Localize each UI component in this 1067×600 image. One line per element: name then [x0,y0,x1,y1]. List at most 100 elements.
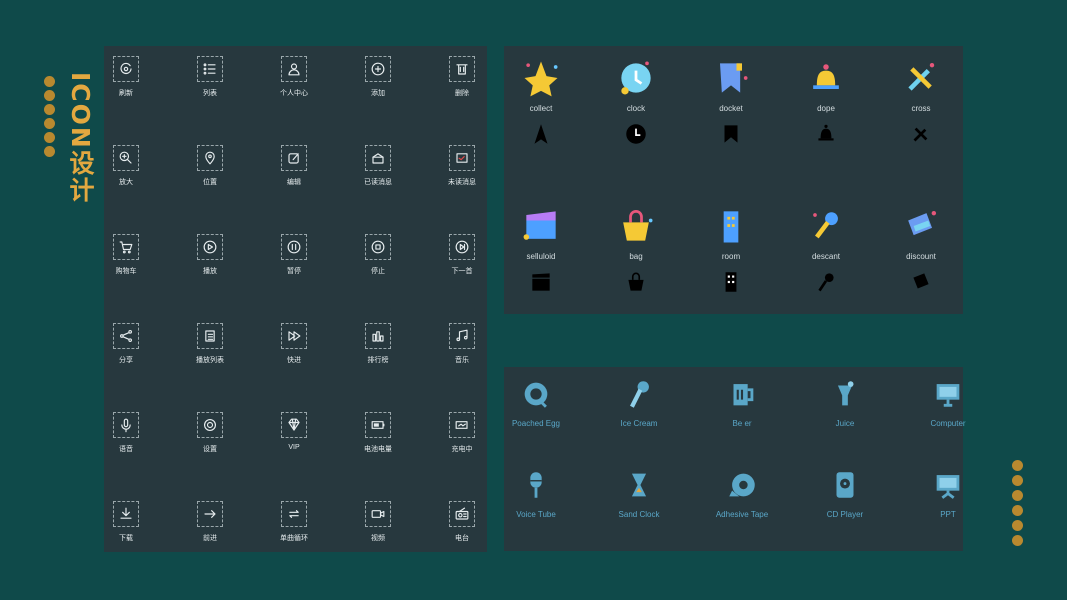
bell-icon [804,56,848,100]
egg-icon [519,377,553,411]
color-icon-fork-spoon: cross [881,56,961,147]
icon-label: 删除 [455,90,469,97]
icon-label: Computer [930,419,966,428]
refresh-icon [113,56,139,82]
line-icon-ranking: 排行榜 [348,323,408,365]
clock-icon [614,56,658,100]
ticket-icon [899,204,943,248]
fork-spoon-solid-icon [908,121,934,147]
list-icon [197,56,223,82]
icon-label: 列表 [203,90,217,97]
share-icon [113,323,139,349]
color-icon-star: collect [501,56,581,147]
blue-icon-computer: Computer [908,377,988,428]
icon-label: 播放列表 [196,357,224,364]
line-icon-charging: 充电中 [432,412,492,454]
icon-label: 添加 [371,90,385,97]
blue-icon-hourglass: Sand Clock [599,468,679,519]
line-icon-loop: 单曲循环 [264,501,324,543]
battery-icon [365,412,391,438]
settings-icon [197,412,223,438]
line-icon-music: 音乐 [432,323,492,365]
line-icon-zoom-in: 放大 [96,145,156,187]
bag-icon [614,204,658,248]
read-message-icon [365,145,391,171]
icon-label: 编辑 [287,179,301,186]
icon-label: 下一首 [451,268,473,275]
blue-icon-tape: Adhesive Tape [702,468,782,519]
blue-icon-egg: Poached Egg [496,377,576,428]
star-icon [519,56,563,100]
line-icon-cart: 购物车 [96,234,156,276]
download-icon [113,501,139,527]
line-icon-fast-forward: 快进 [264,323,324,365]
icon-label: Sand Clock [618,510,660,519]
icon-label: 音乐 [455,357,469,364]
next-icon [449,234,475,260]
color-icon-microphone: descant [786,204,866,295]
icon-label: 刷新 [119,90,133,97]
icon-label: 位置 [203,179,217,186]
icon-label: Ice Cream [620,419,658,428]
tape-icon [725,468,759,502]
stop-icon [365,234,391,260]
clapperboard-icon [519,204,563,248]
building-solid-icon [718,269,744,295]
location-icon [197,145,223,171]
blue-icon-cd-player: CD Player [805,468,885,519]
line-icon-settings: 设置 [180,412,240,454]
dot [44,90,55,101]
icon-label: PPT [940,510,956,519]
icon-label: 下载 [119,535,133,542]
cart-icon [113,234,139,260]
presentation-icon [931,468,965,502]
icon-label: Poached Egg [511,419,561,428]
icon-label: 购物车 [115,268,137,275]
blue-icon-panel: Poached Egg Ice Cream Be er Juice Computer Vo… [504,367,966,551]
line-icon-play: 播放 [180,234,240,276]
decor-dots-left [44,76,55,157]
icon-label: Adhesive Tape [715,510,769,519]
line-icon-pause: 暂停 [264,234,324,276]
icon-label: 语音 [119,446,133,453]
building-icon [709,204,753,248]
play-icon [197,234,223,260]
icon-label: 已读消息 [364,179,392,186]
icon-label: descant [811,252,841,261]
line-icon-next: 下一首 [432,234,492,276]
icon-label: 设置 [203,446,217,453]
icon-label: selluloid [526,252,556,261]
hourglass-icon [622,468,656,502]
add-icon [365,56,391,82]
delete-icon [449,56,475,82]
voice-icon [113,412,139,438]
icon-label: 前进 [203,535,217,542]
radio-icon [449,501,475,527]
forward-icon [197,501,223,527]
line-icon-forward: 前进 [180,501,240,543]
line-icon-unread-message: 未读消息 [432,145,492,187]
pause-icon [281,234,307,260]
cd-player-icon [828,468,862,502]
dot [44,146,55,157]
microphone-icon [804,204,848,248]
microphone-solid-icon [813,269,839,295]
blue-icon-juice: Juice [805,377,885,428]
clock-solid-icon [623,121,649,147]
icon-label: room [721,252,741,261]
video-icon [365,501,391,527]
icon-label: clock [626,104,646,113]
color-icon-bag: bag [596,204,676,295]
line-icon-list: 列表 [180,56,240,98]
icon-label: 分享 [119,357,133,364]
icon-label: 个人中心 [280,90,308,97]
color-icon-bell: dope [786,56,866,147]
blue-icon-ice-cream: Ice Cream [599,377,679,428]
line-icon-delete: 删除 [432,56,492,98]
line-icon-diamond: VIP [264,412,324,451]
icon-label: 播放 [203,268,217,275]
dot [44,104,55,115]
icon-label: cross [911,104,931,113]
line-icon-add: 添加 [348,56,408,98]
blue-icon-presentation: PPT [908,468,988,519]
